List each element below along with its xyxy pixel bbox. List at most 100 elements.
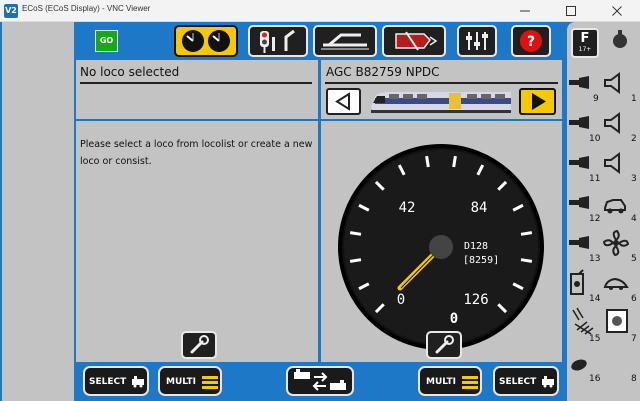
edit-loco-button[interactable] (181, 331, 217, 359)
headlight-icon (569, 76, 589, 89)
wrench-icon (435, 335, 454, 354)
select-loco-left-button[interactable]: SELECT (83, 366, 149, 396)
door-sound-icon (570, 269, 584, 295)
function-strip: F 17+ 9 1 10 2 11 3 12 4 13 5 14 6 15 7 … (567, 22, 640, 401)
function-1[interactable]: 1 (603, 66, 640, 106)
headlight-icon (569, 236, 589, 249)
function-15-label: 15 (589, 334, 601, 344)
whistle-icon (571, 359, 587, 371)
programming-track-button[interactable] (382, 25, 446, 57)
wrench-icon (190, 335, 209, 354)
switching-button[interactable] (248, 25, 308, 57)
edit-active-loco-button[interactable] (426, 331, 462, 359)
previous-loco-button[interactable] (326, 88, 361, 115)
triangle-left-icon (335, 92, 350, 111)
function-10[interactable]: 10 (567, 106, 603, 146)
track-icon (321, 33, 369, 50)
left-side-strip (2, 22, 74, 401)
ecos-screen: GO ? No loco selected Please select a lo… (0, 22, 640, 401)
function-16[interactable]: 16 (567, 346, 603, 386)
fan-icon (603, 230, 629, 256)
function-6[interactable]: 6 (603, 266, 640, 306)
speed-tick-42: 42 (399, 200, 416, 216)
function-2[interactable]: 2 (603, 106, 640, 146)
function-4[interactable]: 4 (603, 186, 640, 226)
function-14[interactable]: 14 (567, 266, 603, 306)
window-title: ECoS (ECoS Display) - VNC Viewer (22, 4, 151, 13)
settings-sliders-button[interactable] (457, 25, 497, 57)
help-icon: ? (520, 30, 542, 52)
multi-left-button[interactable]: MULTI (158, 366, 222, 396)
dual-speedometer-icon (182, 30, 230, 52)
multi-list-icon (202, 376, 218, 389)
needle-hub (429, 235, 453, 259)
function-9[interactable]: 9 (567, 66, 603, 106)
loco-small-icon (132, 376, 144, 388)
speed-tick-mark (349, 258, 362, 263)
title-underline (80, 82, 312, 84)
function-3[interactable]: 3 (603, 146, 640, 186)
next-loco-button[interactable] (519, 88, 556, 115)
help-button[interactable]: ? (511, 25, 551, 57)
active-loco-header: AGC B82759 NPDC (321, 60, 562, 119)
loco-name: AGC B82759 NPDC (326, 65, 440, 79)
function-5[interactable]: 5 (603, 226, 640, 266)
select-left-label: SELECT (89, 377, 127, 387)
go-button[interactable]: GO (95, 30, 118, 52)
signal-turnout-icon (260, 29, 295, 53)
function-page-button[interactable]: F 17+ (571, 28, 599, 58)
swap-loco-button[interactable] (286, 366, 354, 396)
function-5-label: 5 (631, 254, 637, 264)
function-8-label: 8 (631, 374, 637, 384)
function-4-label: 4 (631, 214, 637, 224)
window-titlebar: V2 ECoS (ECoS Display) - VNC Viewer (0, 0, 640, 22)
speedometer: 0 42 84 126 D128 [8259] 0 (338, 144, 544, 350)
swap-locos-icon (294, 369, 346, 391)
function-13-label: 13 (589, 254, 601, 264)
horn-icon (604, 72, 620, 94)
bell-icon (613, 30, 627, 48)
headlight-icon (569, 116, 589, 129)
locomotive-control-button[interactable] (174, 25, 238, 57)
speed-tick-mark (349, 231, 362, 236)
multi-right-button[interactable]: MULTI (418, 366, 482, 396)
select-right-label: SELECT (499, 377, 537, 387)
function-15[interactable]: 15 (567, 306, 603, 346)
track-layout-button[interactable] (313, 25, 377, 57)
loco-name-underline (325, 82, 558, 84)
car-icon (603, 277, 629, 290)
headlight-icon (569, 196, 589, 209)
loco-title: No loco selected (80, 65, 180, 79)
close-icon (612, 6, 622, 16)
blank-function-icon (603, 350, 627, 374)
loco-message-panel: Please select a loco from locolist or cr… (76, 121, 318, 362)
function-1-label: 1 (631, 94, 637, 104)
function-13[interactable]: 13 (567, 226, 603, 266)
function-16-label: 16 (589, 374, 601, 384)
function-7-label: 7 (631, 334, 637, 344)
function-11-label: 11 (589, 174, 601, 184)
close-window-button[interactable] (594, 0, 640, 22)
function-11[interactable]: 11 (567, 146, 603, 186)
f-sub-label: 17+ (578, 46, 592, 53)
function-grid: 9 1 10 2 11 3 12 4 13 5 14 6 15 7 16 8 (567, 66, 640, 401)
speed-tick-mark (425, 155, 430, 168)
speed-tick-mark (452, 155, 457, 168)
maximize-button[interactable] (548, 0, 594, 22)
select-loco-right-button[interactable]: SELECT (493, 366, 559, 396)
function-12[interactable]: 12 (567, 186, 603, 226)
speedometer-panel: 0 42 84 126 D128 [8259] 0 (321, 121, 562, 362)
loco-id: D128 (464, 241, 488, 252)
multi-list-icon (462, 376, 478, 389)
function-8[interactable]: 8 (603, 346, 640, 386)
function-7[interactable]: 7 (603, 306, 640, 346)
current-speed-value: 0 (450, 311, 458, 327)
prog-track-icon (395, 31, 438, 51)
speed-tick-0: 0 (397, 292, 405, 308)
minimize-button[interactable] (502, 0, 548, 22)
function-3-label: 3 (631, 174, 637, 184)
svg-text:?: ? (527, 34, 535, 50)
function-2-label: 2 (631, 134, 637, 144)
loco-address: [8259] (463, 255, 499, 266)
loco-header-panel: No loco selected (76, 60, 318, 119)
